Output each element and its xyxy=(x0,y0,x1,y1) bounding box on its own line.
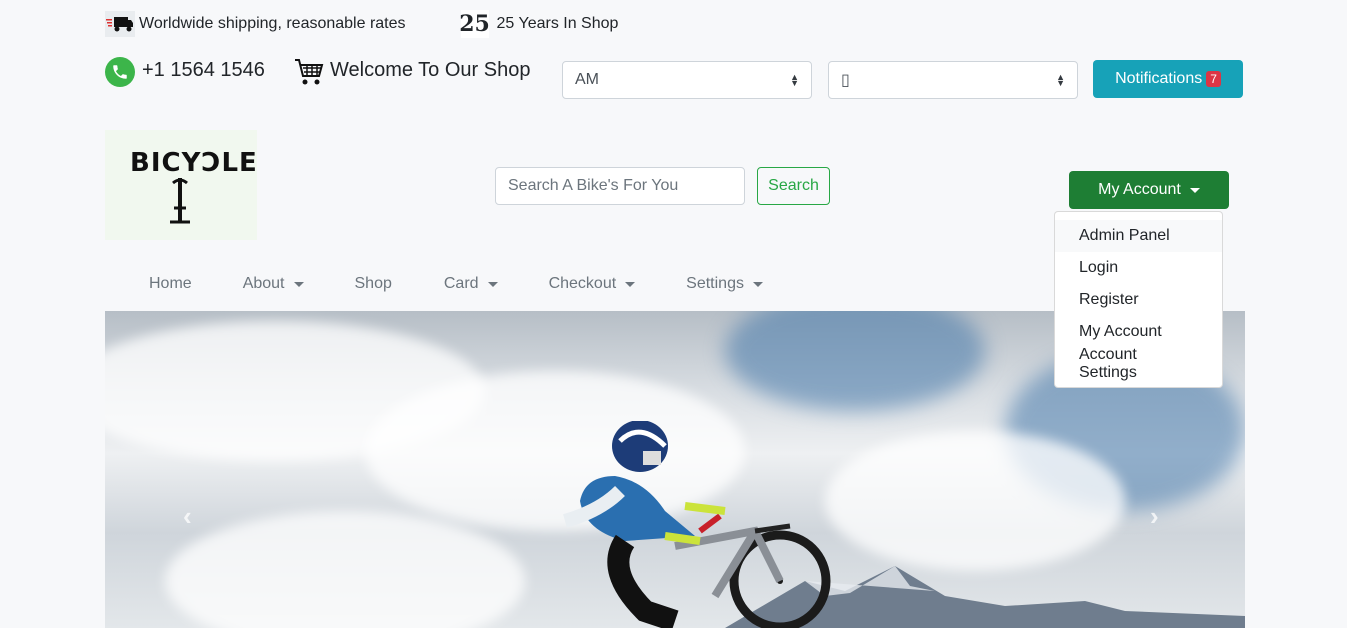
shipping-info: Worldwide shipping, reasonable rates xyxy=(105,11,406,37)
time-format-select[interactable]: AM ▲ ▼ xyxy=(562,61,812,99)
truck-icon xyxy=(105,11,135,37)
menu-item-account-settings[interactable]: Account Settings xyxy=(1055,346,1222,381)
logo-text: BICYƆLE xyxy=(130,148,258,178)
nav-card[interactable]: Card xyxy=(444,275,498,293)
notifications-label: Notifications xyxy=(1115,70,1203,87)
carousel-next-button[interactable]: › xyxy=(1150,501,1159,532)
account-dropdown-menu: Admin Panel Login Register My Account Ac… xyxy=(1054,211,1223,388)
nav-home-label: Home xyxy=(149,275,192,292)
mountain-bike-rider-image xyxy=(563,421,831,628)
notifications-count-badge: 7 xyxy=(1206,71,1221,87)
nav-shop[interactable]: Shop xyxy=(355,275,392,293)
search-button[interactable]: Search xyxy=(757,167,830,205)
nav-checkout-label: Checkout xyxy=(548,275,617,292)
chevron-down-icon xyxy=(293,281,304,287)
chevron-down-icon xyxy=(487,281,498,287)
cart-icon xyxy=(293,56,325,88)
language-select[interactable]: ▯ ▲ ▼ xyxy=(828,61,1078,99)
nav-about-label: About xyxy=(242,275,285,292)
nav-card-label: Card xyxy=(443,275,479,292)
chevron-down-icon xyxy=(752,281,763,287)
main-nav: Home About Shop Card Checkout Settings xyxy=(105,265,763,303)
bicycle-fork-icon xyxy=(170,178,190,224)
chevron-down-icon xyxy=(625,281,636,287)
nav-settings-label: Settings xyxy=(686,275,744,292)
phone-icon xyxy=(105,57,135,87)
top-info-row: Worldwide shipping, reasonable rates 25 … xyxy=(105,10,618,38)
carousel-prev-button[interactable]: ‹ xyxy=(183,501,192,532)
search-input[interactable]: Search A Bike's For You xyxy=(495,167,745,205)
nav-settings[interactable]: Settings xyxy=(686,275,763,293)
language-value: ▯ xyxy=(841,72,850,89)
my-account-label: My Account xyxy=(1098,181,1181,198)
nav-shop-label: Shop xyxy=(354,275,392,292)
menu-item-admin-panel[interactable]: Admin Panel xyxy=(1055,220,1222,252)
select-arrows-icon: ▲ ▼ xyxy=(790,72,799,88)
years-text: 25 Years In Shop xyxy=(496,15,619,32)
notifications-button[interactable]: Notifications 7 xyxy=(1093,60,1243,98)
chevron-down-icon xyxy=(1189,187,1200,193)
time-format-value: AM xyxy=(575,71,599,88)
welcome-text: Welcome To Our Shop xyxy=(330,59,531,81)
years-info: 25 25 Years In Shop xyxy=(406,10,619,38)
menu-item-register[interactable]: Register xyxy=(1055,284,1222,316)
bicycle-logo[interactable]: BICYƆLE xyxy=(105,130,257,240)
nav-home[interactable]: Home xyxy=(149,275,192,293)
select-arrows-icon: ▲ ▼ xyxy=(1056,72,1065,88)
my-account-button[interactable]: My Account xyxy=(1069,171,1229,209)
nav-about[interactable]: About xyxy=(243,275,304,293)
phone-number: +1 1564 1546 xyxy=(142,59,265,81)
years-25-icon: 25 xyxy=(459,10,490,38)
search-placeholder: Search A Bike's For You xyxy=(508,177,679,194)
shipping-text: Worldwide shipping, reasonable rates xyxy=(139,15,406,32)
nav-checkout[interactable]: Checkout xyxy=(549,275,636,293)
menu-item-my-account[interactable]: My Account xyxy=(1055,316,1222,348)
menu-item-login[interactable]: Login xyxy=(1055,252,1222,284)
